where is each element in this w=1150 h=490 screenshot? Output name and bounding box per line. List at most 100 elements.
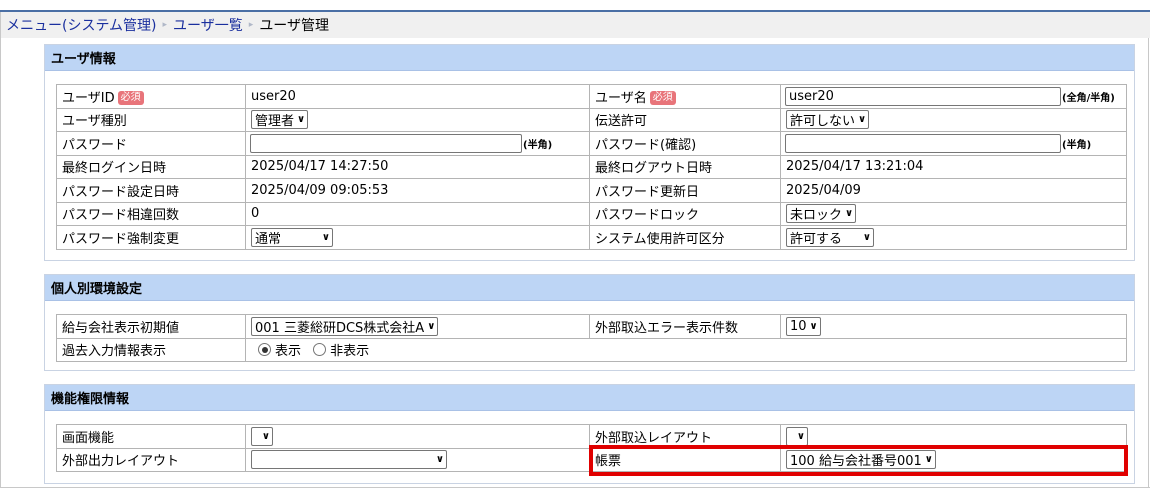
transfer-cell: 許可しない ∨	[780, 107, 1127, 132]
last-login-label: 最終ログイン日時	[56, 154, 246, 179]
table-row: パスワード (半角) パスワード(確認) (半角)	[56, 131, 1127, 156]
last-login-value: 2025/04/17 14:27:50	[245, 154, 590, 179]
show-radio[interactable]	[258, 343, 271, 357]
chevron-down-icon: ∨	[435, 454, 444, 466]
screen-select[interactable]: ∨	[251, 426, 273, 446]
pw-force-select[interactable]: 通常 ∨	[251, 227, 333, 247]
pw-set-label: パスワード設定日時	[56, 178, 246, 203]
password-input[interactable]	[250, 133, 522, 153]
export-layout-label: 外部出力レイアウト	[56, 447, 246, 472]
user-type-select[interactable]: 管理者 ∨	[251, 110, 309, 130]
pw-lock-select[interactable]: 未ロック ∨	[786, 204, 857, 224]
system-use-cell: 許可する ∨	[780, 225, 1127, 250]
system-use-value: 許可する	[790, 231, 843, 247]
export-layout-cell: ∨	[245, 447, 590, 472]
transfer-select[interactable]: 許可しない ∨	[786, 110, 870, 130]
user-info-table: ユーザID 必須 user20 ユーザ名 必須 user20 (全角/半角) ユーザ種…	[56, 84, 1127, 250]
transfer-value: 許可しない	[790, 114, 856, 130]
pw-force-label: パスワード強制変更	[56, 225, 246, 250]
required-badge: 必須	[117, 91, 144, 106]
import-error-select[interactable]: 10 ∨	[786, 316, 821, 336]
password-confirm-label: パスワード(確認)	[589, 131, 781, 156]
chevron-down-icon: ∨	[261, 430, 270, 442]
screen-cell: ∨	[245, 424, 590, 449]
chevron-down-icon: ∨	[297, 114, 306, 126]
password-confirm-input[interactable]	[785, 133, 1061, 153]
breadcrumb-user-list-link[interactable]: ユーザ一覧	[173, 15, 243, 35]
pw-lock-value: 未ロック	[790, 208, 843, 224]
user-name-label: ユーザ名	[595, 90, 647, 106]
table-row: 過去入力情報表示 表示 非表示	[56, 337, 1127, 362]
hide-radio[interactable]	[313, 343, 327, 357]
pw-mismatch-label: パスワード相違回数	[56, 201, 246, 226]
user-id-label-cell: ユーザID 必須	[56, 84, 246, 109]
user-info-header: ユーザ情報	[45, 45, 1134, 71]
chevron-down-icon: ∨	[796, 430, 805, 442]
user-name-input[interactable]: user20	[785, 86, 1061, 106]
chevron-down-icon: ∨	[427, 320, 436, 332]
company-value: 001 三菱総研DCS株式会社A	[255, 320, 425, 336]
user-name-label-cell: ユーザ名 必須	[589, 84, 781, 109]
import-layout-select[interactable]: ∨	[786, 426, 808, 446]
breadcrumb: メニュー(システム管理) ▸ ユーザ一覧 ▸ ユーザ管理	[0, 12, 1150, 38]
pw-set-value: 2025/04/09 09:05:53	[245, 178, 590, 203]
pw-lock-cell: 未ロック ∨	[780, 201, 1127, 226]
screen-label: 画面機能	[56, 424, 246, 449]
chevron-down-icon: ∨	[809, 320, 818, 332]
breadcrumb-separator-icon: ▸	[162, 20, 168, 30]
highlight-box	[589, 445, 1128, 476]
past-input-cell: 表示 非表示	[245, 337, 1127, 362]
table-row: パスワード設定日時 2025/04/09 09:05:53 パスワード更新日 2…	[56, 178, 1127, 203]
password-label: パスワード	[56, 131, 246, 156]
personal-env-header: 個人別環境設定	[45, 275, 1134, 301]
user-id-value: user20	[245, 84, 590, 109]
table-row: パスワード相違回数 0 パスワードロック 未ロック ∨	[56, 201, 1127, 226]
required-badge: 必須	[649, 91, 676, 106]
user-id-label: ユーザID	[62, 90, 115, 106]
table-row: 最終ログイン日時 2025/04/17 14:27:50 最終ログアウト日時 2…	[56, 154, 1127, 179]
import-error-cell: 10 ∨	[780, 314, 1127, 339]
last-logout-label: 最終ログアウト日時	[589, 154, 781, 179]
password-hint: (半角)	[523, 139, 553, 151]
password-cell: (半角)	[245, 131, 590, 156]
frame-right-border	[1148, 38, 1149, 488]
user-type-label: ユーザ種別	[56, 107, 246, 132]
company-select[interactable]: 001 三菱総研DCS株式会社A ∨	[251, 316, 439, 336]
import-error-value: 10	[790, 318, 807, 334]
export-layout-select[interactable]: ∨	[251, 450, 447, 470]
company-cell: 001 三菱総研DCS株式会社A ∨	[245, 314, 590, 339]
system-use-label: システム使用許可区分	[589, 225, 781, 250]
password-confirm-hint: (半角)	[1062, 139, 1092, 151]
company-label: 給与会社表示初期値	[56, 314, 246, 339]
past-input-label: 過去入力情報表示	[56, 337, 246, 362]
pw-force-cell: 通常 ∨	[245, 225, 590, 250]
chevron-down-icon: ∨	[321, 231, 330, 243]
pw-lock-label: パスワードロック	[589, 201, 781, 226]
hide-radio-label: 非表示	[330, 344, 370, 360]
chevron-down-icon: ∨	[862, 231, 871, 243]
pw-update-label: パスワード更新日	[589, 178, 781, 203]
last-logout-value: 2025/04/17 13:21:04	[780, 154, 1127, 179]
breadcrumb-menu-link[interactable]: メニュー(システム管理)	[6, 15, 157, 35]
chevron-down-icon: ∨	[845, 208, 854, 220]
show-radio-label: 表示	[275, 344, 302, 360]
system-use-select[interactable]: 許可する ∨	[786, 227, 874, 247]
pw-force-value: 通常	[255, 231, 282, 247]
import-error-label: 外部取込エラー表示件数	[589, 314, 781, 339]
user-name-hint: (全角/半角)	[1062, 92, 1115, 104]
frame-bottom-border	[0, 487, 1150, 488]
user-name-cell: user20 (全角/半角)	[780, 84, 1127, 109]
frame-left-border	[0, 38, 1, 488]
table-row: ユーザID 必須 user20 ユーザ名 必須 user20 (全角/半角)	[56, 84, 1127, 109]
table-row: パスワード強制変更 通常 ∨ システム使用許可区分 許可する ∨	[56, 225, 1127, 250]
transfer-label: 伝送許可	[589, 107, 781, 132]
pw-mismatch-value: 0	[245, 201, 590, 226]
chevron-down-icon: ∨	[858, 114, 867, 126]
breadcrumb-separator-icon: ▸	[248, 20, 254, 30]
pw-update-value: 2025/04/09	[780, 178, 1127, 203]
table-row: ユーザ種別 管理者 ∨ 伝送許可 許可しない ∨	[56, 107, 1127, 132]
breadcrumb-current: ユーザ管理	[259, 18, 330, 34]
permissions-header: 機能権限情報	[45, 385, 1134, 411]
user-type-value: 管理者	[255, 114, 295, 130]
user-type-cell: 管理者 ∨	[245, 107, 590, 132]
